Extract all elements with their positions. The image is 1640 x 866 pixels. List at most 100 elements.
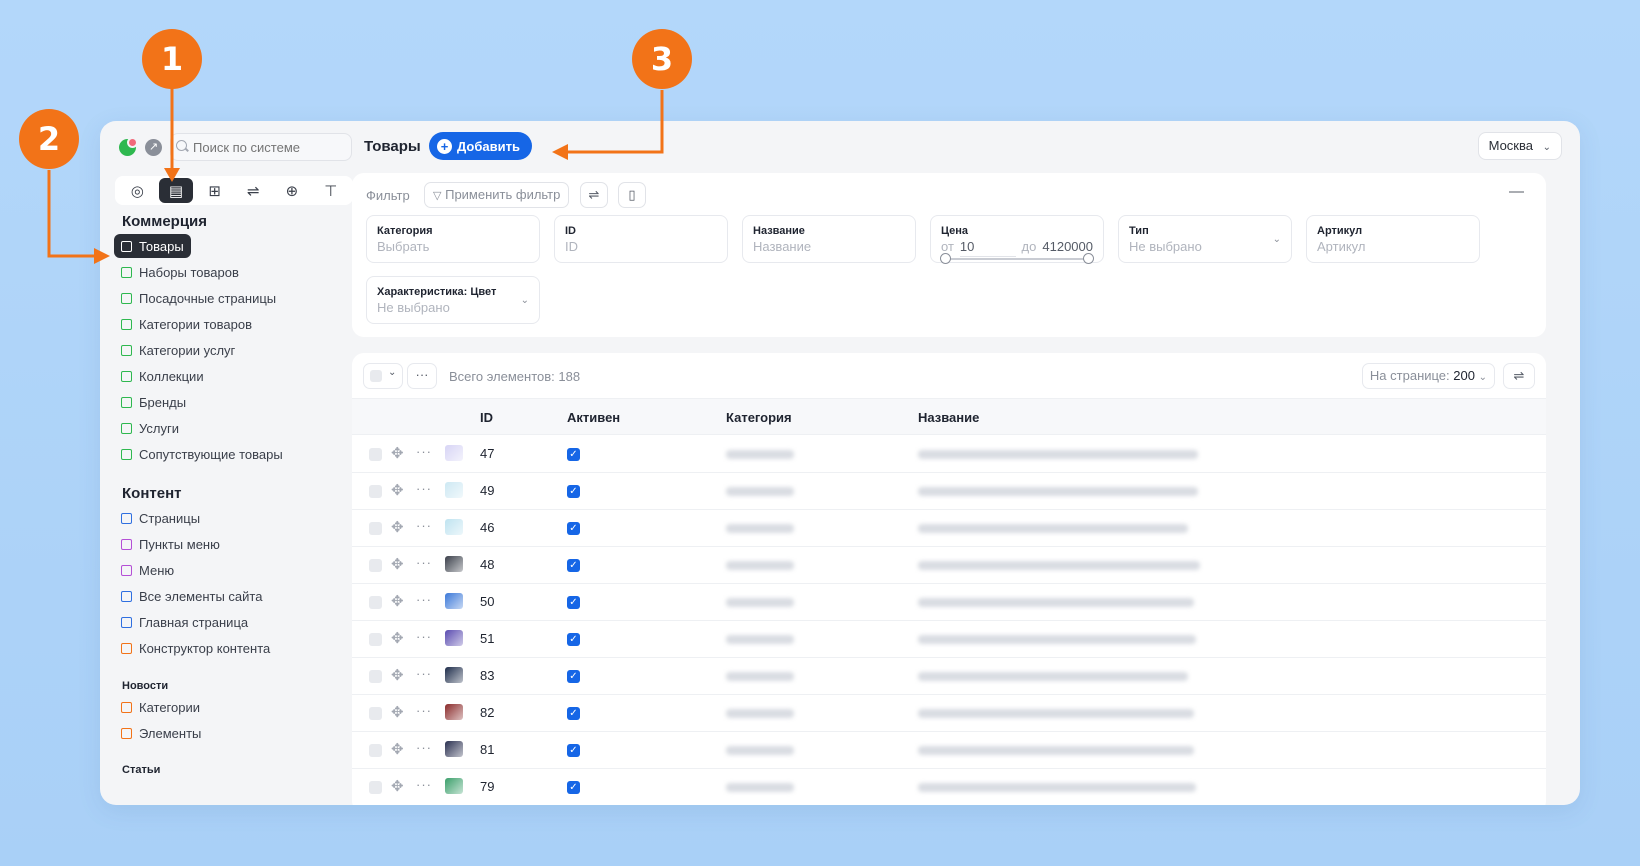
row-checkbox[interactable] xyxy=(369,781,382,794)
filter-settings-icon[interactable]: ⇌ xyxy=(580,182,608,208)
drag-handle-icon[interactable]: ✥ xyxy=(391,481,404,499)
row-checkbox[interactable] xyxy=(369,670,382,683)
sidebar-item[interactable]: Сопутствующие товары xyxy=(114,442,290,466)
select-all-checkbox[interactable] xyxy=(370,370,382,382)
drag-handle-icon[interactable]: ✥ xyxy=(391,444,404,462)
row-menu-icon[interactable]: ··· xyxy=(416,777,432,792)
price-from-value[interactable]: 10 xyxy=(959,238,1016,257)
sidebar-item[interactable]: Посадочные страницы xyxy=(114,286,283,310)
row-menu-icon[interactable]: ··· xyxy=(416,518,432,533)
drag-handle-icon[interactable]: ✥ xyxy=(391,740,404,758)
sidebar-item[interactable]: Конструктор контента xyxy=(114,636,277,660)
drag-handle-icon[interactable]: ✥ xyxy=(391,555,404,573)
select-all-dropdown[interactable]: ⌄ xyxy=(363,363,403,389)
collapse-filter-button[interactable]: — xyxy=(1509,183,1524,200)
drag-handle-icon[interactable]: ✥ xyxy=(391,666,404,684)
plus-square-icon[interactable]: ⊕ xyxy=(275,178,309,203)
sidebar-item[interactable]: Страницы xyxy=(114,506,207,530)
active-checkbox[interactable]: ✓ xyxy=(567,448,580,461)
sidebar-item[interactable]: Все элементы сайта xyxy=(114,584,269,608)
drag-handle-icon[interactable]: ✥ xyxy=(391,703,404,721)
radar-icon[interactable]: ◎ xyxy=(120,178,154,203)
category-field[interactable]: Категория Выбрать xyxy=(366,215,540,263)
row-checkbox[interactable] xyxy=(369,522,382,535)
bookmark-icon[interactable]: ▯ xyxy=(618,182,646,208)
active-checkbox[interactable]: ✓ xyxy=(567,559,580,572)
table-settings-icon[interactable]: ⇌ xyxy=(1503,363,1535,389)
table-row[interactable]: ✥ ··· 46 ✓ xyxy=(352,510,1546,547)
per-page-select[interactable]: На странице: 200 ⌄ xyxy=(1361,363,1495,389)
sidebar-item[interactable]: Товары xyxy=(114,234,191,258)
col-id[interactable]: ID xyxy=(480,410,493,425)
table-row[interactable]: ✥ ··· 48 ✓ xyxy=(352,547,1546,584)
row-checkbox[interactable] xyxy=(369,707,382,720)
row-menu-icon[interactable]: ··· xyxy=(416,444,432,459)
active-checkbox[interactable]: ✓ xyxy=(567,781,580,794)
price-slider[interactable] xyxy=(940,253,1094,264)
sidebar-item[interactable]: Элементы xyxy=(114,721,208,745)
table-row[interactable]: ✥ ··· 81 ✓ xyxy=(352,732,1546,769)
price-slider-min-handle[interactable] xyxy=(940,253,951,264)
row-menu-icon[interactable]: ··· xyxy=(416,629,432,644)
arrow-icon[interactable]: ↗ xyxy=(145,139,162,156)
table-row[interactable]: ✥ ··· 49 ✓ xyxy=(352,473,1546,510)
sidebar-item[interactable]: Меню xyxy=(114,558,181,582)
sidebar-item[interactable]: Категории товаров xyxy=(114,312,259,336)
row-menu-icon[interactable]: ··· xyxy=(416,555,432,570)
price-range-field[interactable]: Цена от 10 до 4120000 xyxy=(930,215,1104,264)
row-menu-icon[interactable]: ··· xyxy=(416,592,432,607)
sidebar-item[interactable]: Категории xyxy=(114,695,207,719)
active-checkbox[interactable]: ✓ xyxy=(567,485,580,498)
search-input[interactable] xyxy=(170,133,352,161)
active-checkbox[interactable]: ✓ xyxy=(567,670,580,683)
active-checkbox[interactable]: ✓ xyxy=(567,522,580,535)
row-checkbox[interactable] xyxy=(369,744,382,757)
table-row[interactable]: ✥ ··· 50 ✓ xyxy=(352,584,1546,621)
table-row[interactable]: ✥ ··· 79 ✓ xyxy=(352,769,1546,805)
table-row[interactable]: ✥ ··· 51 ✓ xyxy=(352,621,1546,658)
active-checkbox[interactable]: ✓ xyxy=(567,707,580,720)
drag-handle-icon[interactable]: ✥ xyxy=(391,629,404,647)
col-category[interactable]: Категория xyxy=(726,410,792,425)
row-menu-icon[interactable]: ··· xyxy=(416,703,432,718)
apply-filter-button[interactable]: ▽ Применить фильтр xyxy=(424,182,570,208)
type-select[interactable]: Тип Не выбрано ⌄ xyxy=(1118,215,1292,263)
sidebar-item[interactable]: Категории услуг xyxy=(114,338,242,362)
col-name[interactable]: Название xyxy=(918,410,979,425)
drag-handle-icon[interactable]: ✥ xyxy=(391,518,404,536)
products-icon[interactable]: ▤ xyxy=(158,178,193,203)
book-icon[interactable]: ⊞ xyxy=(198,178,232,203)
table-row[interactable]: ✥ ··· 83 ✓ xyxy=(352,658,1546,695)
name-field[interactable]: Название Название xyxy=(742,215,916,263)
col-active[interactable]: Активен xyxy=(567,410,620,425)
table-row[interactable]: ✥ ··· 82 ✓ xyxy=(352,695,1546,732)
drag-handle-icon[interactable]: ✥ xyxy=(391,592,404,610)
color-select[interactable]: Характеристика: Цвет Не выбрано ⌄ xyxy=(366,276,540,324)
article-field[interactable]: Артикул Артикул xyxy=(1306,215,1480,263)
sidebar-item[interactable]: Наборы товаров xyxy=(114,260,246,284)
sidebar-item[interactable]: Пункты меню xyxy=(114,532,227,556)
sidebar-item[interactable]: Услуги xyxy=(114,416,186,440)
row-menu-icon[interactable]: ··· xyxy=(416,666,432,681)
row-menu-icon[interactable]: ··· xyxy=(416,481,432,496)
price-slider-max-handle[interactable] xyxy=(1083,253,1094,264)
sidebar-item[interactable]: Коллекции xyxy=(114,364,211,388)
add-button[interactable]: + Добавить xyxy=(429,132,532,160)
row-checkbox[interactable] xyxy=(369,448,382,461)
table-row[interactable]: ✥ ··· 47 ✓ xyxy=(352,436,1546,473)
row-checkbox[interactable] xyxy=(369,633,382,646)
id-field[interactable]: ID ID xyxy=(554,215,728,263)
sliders-icon[interactable]: ⇌ xyxy=(236,178,270,203)
row-checkbox[interactable] xyxy=(369,485,382,498)
drag-handle-icon[interactable]: ✥ xyxy=(391,777,404,795)
active-checkbox[interactable]: ✓ xyxy=(567,596,580,609)
row-menu-icon[interactable]: ··· xyxy=(416,740,432,755)
more-actions-icon[interactable]: ··· xyxy=(407,363,437,389)
row-checkbox[interactable] xyxy=(369,596,382,609)
sidebar-item[interactable]: Бренды xyxy=(114,390,193,414)
paint-roller-icon[interactable]: ⊤ xyxy=(314,178,348,203)
city-select[interactable]: Москва ⌄ xyxy=(1477,132,1562,160)
active-checkbox[interactable]: ✓ xyxy=(567,744,580,757)
active-checkbox[interactable]: ✓ xyxy=(567,633,580,646)
sidebar-item[interactable]: Главная страница xyxy=(114,610,255,634)
